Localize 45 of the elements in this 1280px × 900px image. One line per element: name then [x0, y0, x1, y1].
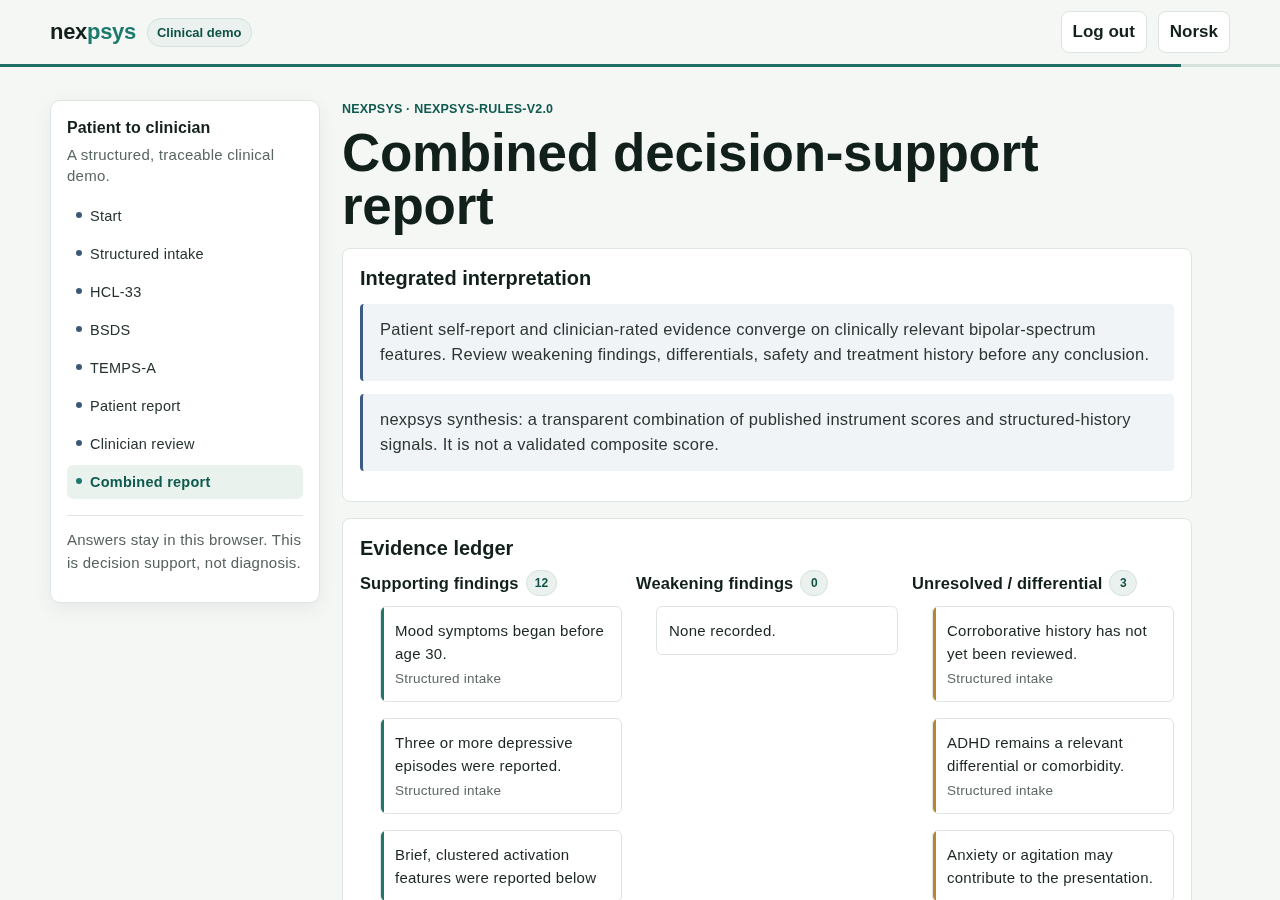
- nav-link[interactable]: Clinician review: [67, 427, 303, 461]
- nav-link[interactable]: HCL-33: [67, 275, 303, 309]
- nav-link[interactable]: Start: [67, 199, 303, 233]
- count-badge: 3: [1109, 570, 1138, 596]
- dot-icon: [76, 440, 82, 446]
- nav-link[interactable]: Patient report: [67, 389, 303, 423]
- dot-icon: [76, 326, 82, 332]
- dot-icon: [76, 212, 82, 218]
- demo-badge: Clinical demo: [146, 17, 252, 47]
- sidebar-title: Patient to clinician: [67, 118, 212, 138]
- dot-icon: [76, 402, 82, 408]
- count-badge: 0: [800, 570, 829, 596]
- count-badge: 12: [525, 570, 558, 596]
- section-heading: Integrated interpretation: [360, 266, 593, 290]
- source-label: Structured intake: [395, 782, 503, 800]
- dot-icon: [76, 364, 82, 370]
- dot-icon: [76, 250, 82, 256]
- sidebar-subtitle: A structured, traceable clinical demo.: [67, 145, 276, 186]
- column-heading: Supporting findings: [360, 573, 519, 593]
- finding-text: Three or more depressive episodes were reported.: [395, 733, 574, 776]
- nav-link[interactable]: Structured intake: [67, 237, 303, 271]
- source-label: Structured intake: [395, 670, 503, 688]
- empty-state: None recorded.: [656, 606, 898, 655]
- column-heading: Unresolved / differential: [912, 573, 1103, 593]
- finding-text: Corroborative history has not yet been reviewed.: [947, 621, 1148, 664]
- column-heading: Weakening findings: [636, 573, 794, 593]
- interpretation-note: Patient self-report and clinician-rated evidence converge on clinically relevant bipolar-spectrum features. Review weakening findings, differentials, safety and treatment history before any conclusion.: [360, 304, 1174, 381]
- sidebar-note: Answers stay in this browser. This is decision support, not diagnosis.: [67, 530, 303, 573]
- logo: nexpsys: [50, 19, 136, 45]
- source-label: Structured intake: [947, 670, 1055, 688]
- finding-text: Brief, clustered activation features were reported below: [395, 845, 598, 888]
- finding-text: Mood symptoms began before age 30.: [395, 621, 606, 664]
- interpretation-note: nexpsys synthesis: a transparent combination of published instrument scores and structured-history signals. It is not a validated composite score.: [360, 394, 1174, 471]
- nav-link[interactable]: BSDS: [67, 313, 303, 347]
- eyebrow-label: NEXPSYS · NEXPSYS-RULES-V2.0: [342, 101, 555, 118]
- dot-icon: [76, 288, 82, 294]
- nav-link[interactable]: TEMPS-A: [67, 351, 303, 385]
- section-heading: Evidence ledger: [360, 536, 515, 560]
- finding-text: Anxiety or agitation may contribute to the presentation.: [947, 845, 1155, 888]
- header-button[interactable]: Norsk: [1157, 11, 1230, 53]
- dot-icon: [76, 478, 82, 484]
- header-button[interactable]: Log out: [1060, 11, 1147, 53]
- nav-link[interactable]: Combined report: [67, 465, 303, 499]
- finding-text: ADHD remains a relevant differential or comorbidity.: [947, 733, 1126, 776]
- source-label: Structured intake: [947, 782, 1055, 800]
